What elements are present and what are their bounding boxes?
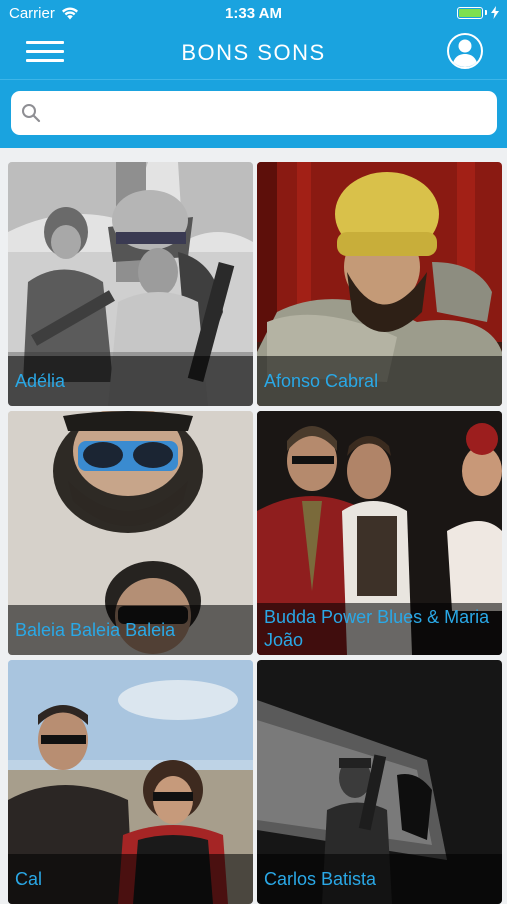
artist-name: Budda Power Blues & Maria João [257, 603, 502, 655]
artist-card-cal[interactable]: Cal [8, 660, 253, 904]
search-input[interactable] [49, 91, 493, 137]
user-avatar-icon [452, 39, 478, 67]
status-time: 1:33 AM [225, 5, 282, 22]
page-title: BONS SONS [181, 40, 326, 65]
artist-name: Cal [8, 854, 253, 904]
artist-card-baleia-baleia-baleia[interactable]: Baleia Baleia Baleia [8, 411, 253, 655]
top-bar: Carrier 1:33 AM BONS SONS [0, 0, 507, 148]
search-icon [22, 104, 41, 123]
status-right [457, 6, 499, 19]
artist-name: Carlos Batista [257, 854, 502, 904]
artist-card-carlos-batista[interactable]: Carlos Batista [257, 660, 502, 904]
battery-icon [457, 6, 483, 19]
status-bar: Carrier 1:33 AM [0, 0, 507, 28]
artist-card-budda-power-blues[interactable]: Budda Power Blues & Maria João [257, 411, 502, 655]
search-bar[interactable] [11, 91, 497, 137]
nav-divider [0, 79, 507, 80]
artist-name: Baleia Baleia Baleia [8, 605, 253, 655]
charging-bolt-icon [491, 6, 499, 19]
artist-name: Adélia [8, 356, 253, 406]
battery-cap [485, 10, 487, 15]
artist-card-adelia[interactable]: Adélia [8, 162, 253, 406]
nav-bar: BONS SONS [0, 28, 507, 78]
artist-grid: Adélia Afonso Cabral Baleia Baleia Balei… [0, 148, 507, 904]
artist-name: Afonso Cabral [257, 356, 502, 406]
profile-button[interactable] [447, 33, 483, 69]
artist-card-afonso-cabral[interactable]: Afonso Cabral [257, 162, 502, 406]
